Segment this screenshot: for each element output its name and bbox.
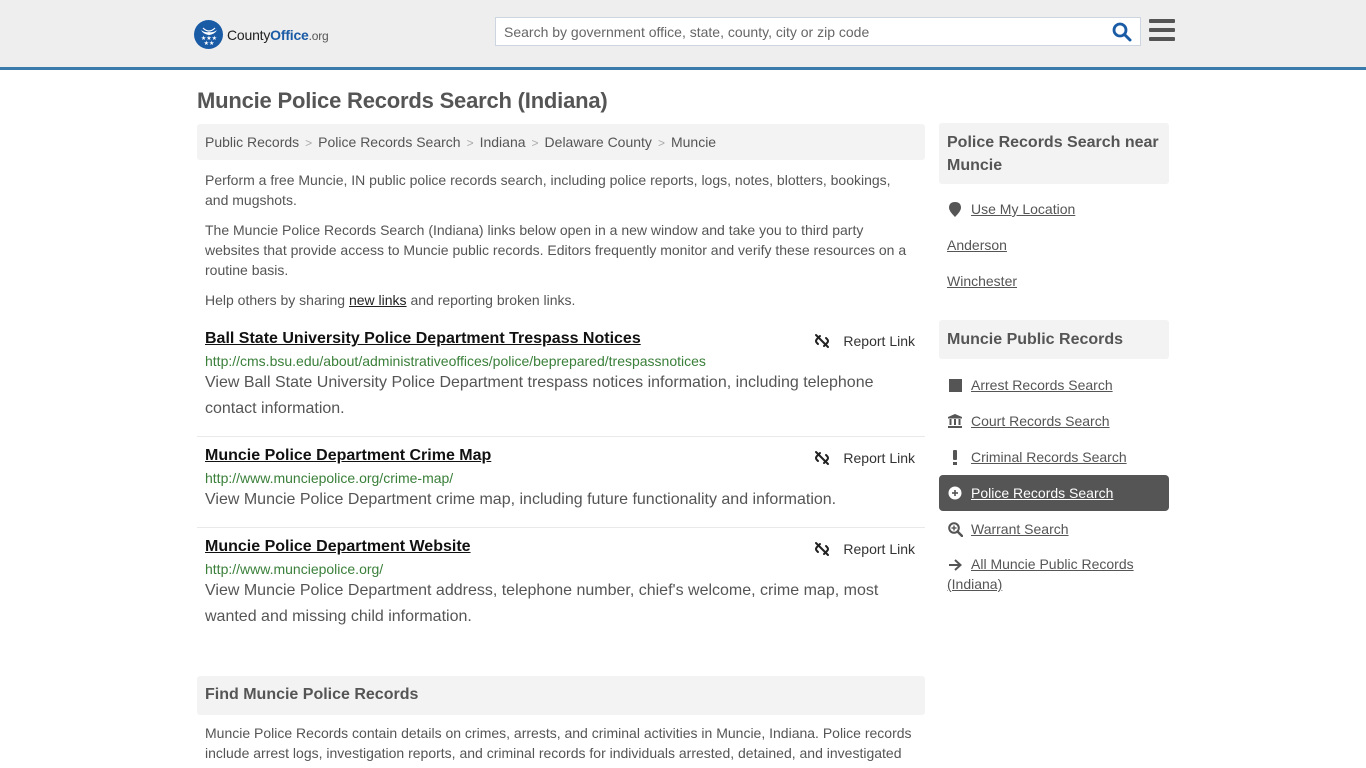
intro-text: Perform a free Muncie, IN public police …: [205, 170, 917, 320]
sidebar-item-police-records[interactable]: Police Records Search: [939, 475, 1169, 511]
sidebar-item-arrest-records[interactable]: Arrest Records Search: [939, 367, 1169, 403]
intro-paragraph: The Muncie Police Records Search (Indian…: [205, 222, 907, 278]
result-description: View Ball State University Police Depart…: [205, 374, 874, 417]
broken-link-icon: [815, 451, 830, 465]
breadcrumb-indiana[interactable]: Indiana: [480, 134, 526, 150]
result-url: http://www.munciepolice.org/crime-map/: [205, 470, 454, 486]
sidebar-item-criminal-records[interactable]: Criminal Records Search: [939, 439, 1169, 475]
find-records-heading: Find Muncie Police Records: [197, 676, 925, 715]
svg-text:★★: ★★: [203, 40, 214, 46]
result-description: View Muncie Police Department crime map,…: [205, 491, 837, 508]
result-description: View Muncie Police Department address, t…: [205, 582, 879, 625]
report-link-button[interactable]: Report Link: [813, 540, 915, 558]
menu-bar-icon: [1149, 19, 1175, 23]
public-records-heading: Muncie Public Records: [939, 320, 1169, 359]
search-icon: [1112, 22, 1132, 42]
result-title-link[interactable]: Muncie Police Department Website: [205, 538, 471, 556]
breadcrumb-separator: >: [531, 136, 539, 150]
sidebar-item-all-public-records[interactable]: All Muncie Public Records (Indiana): [939, 548, 1169, 594]
intro-paragraph: Help others by sharing new links and rep…: [205, 292, 576, 308]
site-logo[interactable]: ★★★ ★★ CountyOffice.org: [194, 20, 329, 49]
new-links-link[interactable]: new links: [349, 292, 407, 308]
exclamation-icon: [947, 449, 963, 465]
find-records-text: Muncie Police Records contain details on…: [205, 725, 912, 761]
courthouse-icon: [947, 414, 963, 428]
breadcrumb-public-records[interactable]: Public Records: [205, 134, 299, 150]
site-search: [495, 17, 1141, 46]
result-item: Muncie Police Department Website Report …: [197, 538, 925, 638]
page-title: Muncie Police Records Search (Indiana): [197, 88, 608, 113]
site-header: ★★★ ★★ CountyOffice.org: [0, 0, 1366, 70]
sidebar-item-warrant-search[interactable]: Warrant Search: [939, 511, 1169, 547]
report-link-button[interactable]: Report Link: [813, 449, 915, 467]
square-icon: [947, 378, 963, 392]
breadcrumb-separator: >: [657, 136, 665, 150]
search-button[interactable]: [1112, 22, 1134, 42]
sidebar-item-court-records[interactable]: Court Records Search: [939, 403, 1169, 439]
menu-bar-icon: [1149, 28, 1175, 32]
breadcrumb-delaware-county[interactable]: Delaware County: [545, 134, 652, 150]
search-input[interactable]: [496, 18, 1106, 45]
crosshair-icon: [947, 486, 963, 500]
logo-text: CountyOffice.org: [227, 26, 329, 43]
breadcrumb: Public Records > Police Records Search > Ind…: [197, 124, 925, 160]
map-marker-icon: [947, 201, 963, 217]
use-my-location-link[interactable]: Use My Location: [947, 201, 1075, 217]
zoom-in-icon: [947, 521, 963, 537]
breadcrumb-current: Muncie: [670, 134, 717, 150]
nearby-city-link[interactable]: Winchester: [947, 273, 1017, 289]
result-url: http://www.munciepolice.org/: [205, 561, 384, 577]
result-item: Ball State University Police Department …: [197, 330, 925, 437]
result-url: http://cms.bsu.edu/about/administrativeo…: [205, 353, 706, 369]
eagle-stars-icon: ★★★ ★★: [194, 20, 223, 49]
result-title-link[interactable]: Ball State University Police Department …: [205, 330, 641, 348]
nearby-heading: Police Records Search near Muncie: [939, 123, 1169, 184]
menu-bar-icon: [1149, 37, 1175, 41]
breadcrumb-separator: >: [305, 136, 313, 150]
broken-link-icon: [815, 334, 830, 348]
report-link-button[interactable]: Report Link: [813, 332, 915, 350]
result-title-link[interactable]: Muncie Police Department Crime Map: [205, 447, 491, 465]
nearby-city-link[interactable]: Anderson: [947, 237, 1007, 253]
breadcrumb-separator: >: [466, 136, 474, 150]
result-item: Muncie Police Department Crime Map Repor…: [197, 447, 925, 528]
hamburger-menu-button[interactable]: [1149, 19, 1175, 43]
arrow-right-icon: [947, 559, 963, 572]
breadcrumb-police-records-search[interactable]: Police Records Search: [318, 134, 460, 150]
intro-paragraph: Perform a free Muncie, IN public police …: [205, 172, 891, 208]
broken-link-icon: [815, 542, 830, 556]
